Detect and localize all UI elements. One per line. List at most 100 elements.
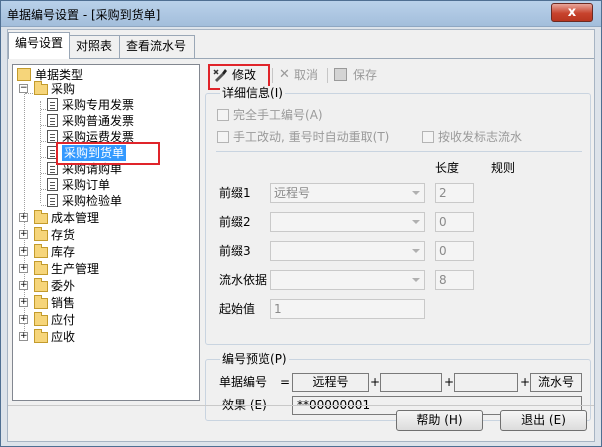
rule-column-header: 规则: [491, 161, 516, 175]
tree-item-payable[interactable]: + 应付: [19, 312, 139, 328]
tree-item-label: 采购: [51, 82, 76, 96]
folder-icon: [34, 312, 48, 326]
tree-item-label: 委外: [51, 279, 76, 293]
tree-item-cost-management[interactable]: + 成本管理: [19, 210, 139, 226]
tree-item-inventory[interactable]: + 存货: [19, 227, 139, 243]
tree-item-label: 采购普通发票: [62, 114, 135, 128]
tab-numbering-settings[interactable]: 编号设置: [8, 32, 70, 59]
prefix1-select[interactable]: 远程号: [270, 183, 425, 203]
start-value-input[interactable]: 1: [270, 299, 425, 319]
tree-item-outsourcing[interactable]: + 委外: [19, 278, 139, 294]
tree-item-label: 生产管理: [51, 262, 100, 276]
tree-item-label: 存货: [51, 228, 76, 242]
tree-item-label: 销售: [51, 296, 76, 310]
folder-icon: [34, 244, 48, 258]
detail-info-group: 详细信息(I) 完全手工编号(A) 手工改动, 重号时自动重取(T) 按收发标志…: [205, 86, 591, 345]
exit-button[interactable]: 退出 (E): [500, 410, 587, 431]
close-button[interactable]: x: [551, 3, 593, 22]
by-flag-checkbox[interactable]: [422, 131, 434, 143]
by-flag-label: 按收发标志流水: [438, 130, 523, 144]
prefix2-select[interactable]: [270, 212, 425, 232]
length-column-header: 长度: [435, 161, 460, 175]
prefix2-label: 前缀2: [219, 215, 251, 229]
serial-length[interactable]: 8: [435, 270, 474, 290]
expand-icon[interactable]: +: [19, 332, 28, 341]
document-icon: [47, 114, 58, 127]
prefix1-length[interactable]: 2: [435, 183, 474, 203]
document-type-tree[interactable]: 单据类型 − 采购 采购专用发票 采购普通发票 采购运费发票 采购到货单 采购请…: [12, 64, 200, 401]
tree-item-label: 应收: [51, 330, 76, 344]
preview-part-3: [454, 373, 518, 392]
document-icon: [47, 98, 58, 111]
folder-icon: [34, 227, 48, 241]
tab-mapping-table[interactable]: 对照表: [69, 35, 120, 58]
tree-item-production[interactable]: + 生产管理: [19, 261, 139, 277]
tree-item-label: 成本管理: [51, 211, 100, 225]
dialog-body: 编号设置 对照表 查看流水号 单据类型 − 采购 采购专用发票 采购普通发票 采…: [7, 29, 595, 442]
expand-icon[interactable]: +: [19, 264, 28, 273]
manual-all-checkbox[interactable]: [217, 109, 229, 121]
document-icon: [47, 178, 58, 191]
number-preview-legend: 编号预览(P): [220, 352, 289, 366]
save-icon: [334, 68, 347, 81]
expand-icon[interactable]: +: [19, 247, 28, 256]
button-bar: 帮助 (H) 退出 (E): [8, 405, 594, 441]
equals-sign: =: [280, 375, 291, 389]
manual-change-checkbox[interactable]: [217, 131, 229, 143]
folder-icon: [34, 329, 48, 343]
folder-icon: [34, 210, 48, 224]
dropdown-arrow-icon: [412, 278, 420, 282]
tree-item-label: 库存: [51, 245, 76, 259]
preview-part-1: 远程号: [292, 373, 369, 392]
prefix3-length[interactable]: 0: [435, 241, 474, 261]
title-bar: 单据编号设置 - [采购到货单] x: [1, 1, 601, 27]
serial-basis-select[interactable]: [270, 270, 425, 290]
collapse-icon[interactable]: −: [19, 84, 28, 93]
expand-icon[interactable]: +: [19, 230, 28, 239]
save-label: 保存: [353, 68, 378, 82]
detail-info-legend: 详细信息(I): [220, 86, 285, 100]
save-button[interactable]: 保存: [334, 64, 382, 86]
manual-change-label: 手工改动, 重号时自动重取(T): [233, 130, 390, 144]
tree-item-sales[interactable]: + 销售: [19, 295, 139, 311]
preview-part-4: 流水号: [530, 373, 582, 392]
expand-icon[interactable]: +: [19, 213, 28, 222]
dropdown-arrow-icon: [412, 191, 420, 195]
cancel-label: 取消: [294, 68, 319, 82]
tab-panel: 单据类型 − 采购 采购专用发票 采购普通发票 采购运费发票 采购到货单 采购请…: [8, 58, 594, 421]
serial-basis-label: 流水依据: [219, 273, 268, 287]
tab-strip: 编号设置 对照表 查看流水号: [8, 32, 594, 59]
prefix3-select[interactable]: [270, 241, 425, 261]
expand-icon[interactable]: +: [19, 281, 28, 290]
prefix1-label: 前缀1: [219, 186, 251, 200]
manual-all-label: 完全手工编号(A): [233, 108, 323, 122]
start-value-label: 起始值: [219, 302, 256, 316]
folder-icon: [17, 68, 31, 81]
tree-item-stock[interactable]: + 库存: [19, 244, 139, 260]
window: 单据编号设置 - [采购到货单] x 编号设置 对照表 查看流水号 单据类型 −…: [0, 0, 602, 447]
expand-icon[interactable]: +: [19, 298, 28, 307]
plus-sign: +: [444, 375, 455, 389]
tree-item-purchase[interactable]: − 采购: [19, 81, 89, 97]
dropdown-arrow-icon: [412, 249, 420, 253]
document-icon: [47, 194, 58, 207]
expand-icon[interactable]: +: [19, 315, 28, 324]
tree-item-label: 采购检验单: [62, 194, 123, 208]
tree-item-label: 采购专用发票: [62, 98, 135, 112]
highlight-box: [56, 142, 160, 165]
tree-item-label: 应付: [51, 313, 76, 327]
plus-sign: +: [370, 375, 381, 389]
prefix3-label: 前缀3: [219, 244, 251, 258]
window-title: 单据编号设置 - [采购到货单]: [7, 8, 161, 22]
tree-item-receivable[interactable]: + 应收: [19, 329, 139, 345]
cancel-button[interactable]: ✕ 取消: [277, 64, 325, 86]
doc-number-label: 单据编号: [219, 375, 268, 389]
folder-icon: [34, 295, 48, 309]
tab-view-serial[interactable]: 查看流水号: [119, 35, 195, 58]
dropdown-arrow-icon: [412, 220, 420, 224]
plus-sign: +: [520, 375, 531, 389]
prefix2-length[interactable]: 0: [435, 212, 474, 232]
preview-part-2: [380, 373, 442, 392]
help-button[interactable]: 帮助 (H): [396, 410, 483, 431]
folder-icon: [34, 261, 48, 275]
